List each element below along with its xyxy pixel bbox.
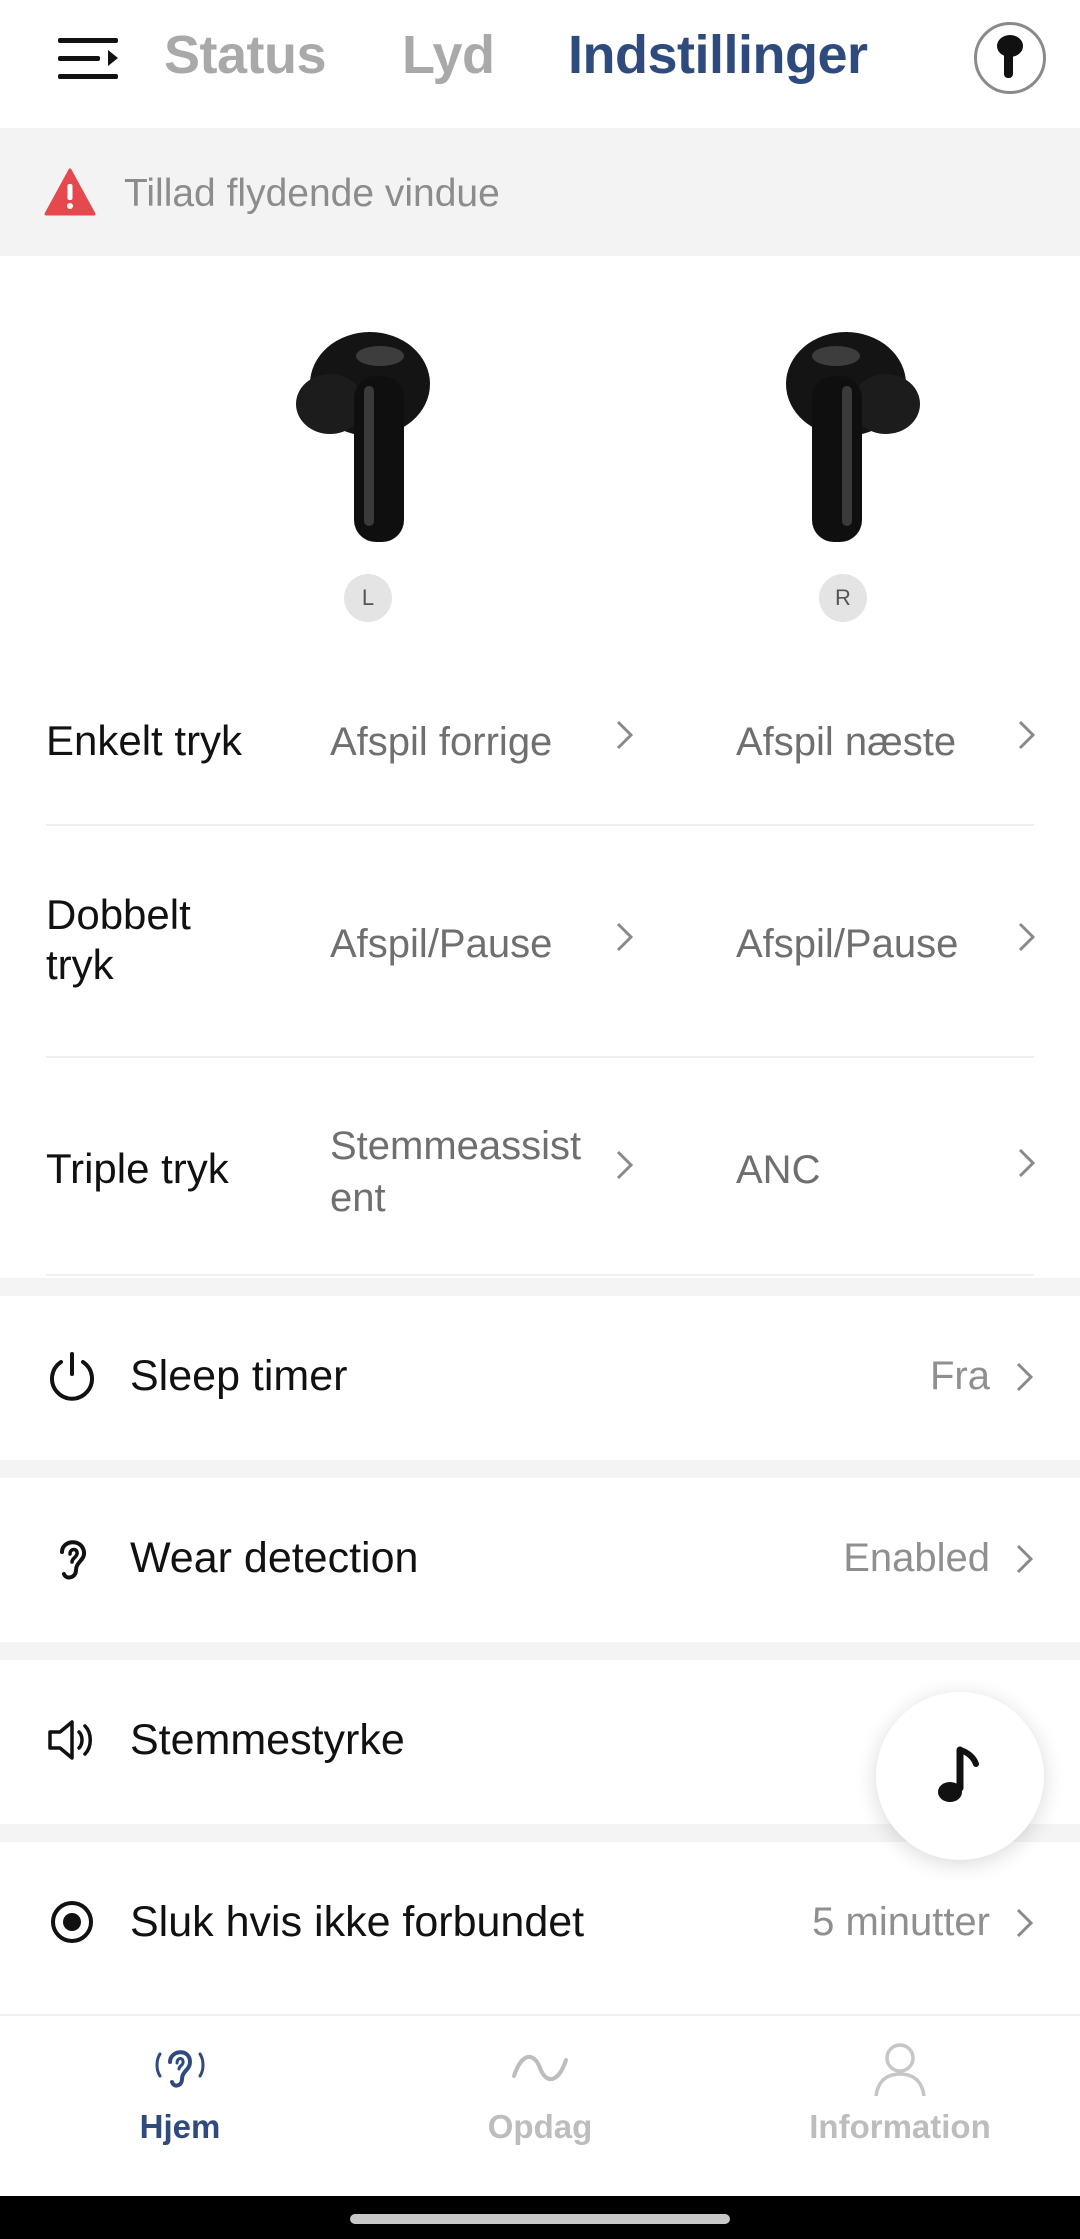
right-badge: R: [819, 574, 867, 622]
tab-status[interactable]: Status: [164, 24, 327, 86]
left-earbud-image: [296, 332, 430, 542]
speaker-icon: [48, 1720, 92, 1760]
gesture-right-value[interactable]: Afspil næste: [736, 716, 1016, 768]
chevron-right-icon: [1016, 1544, 1034, 1574]
left-badge: L: [344, 574, 392, 622]
gesture-left-value[interactable]: Stemmeassistent: [330, 1120, 600, 1224]
earbud-glyph-icon: [997, 35, 1023, 78]
chevron-right-icon[interactable]: [1016, 920, 1038, 954]
setting-label: Sluk hvis ikke forbundet: [130, 1898, 585, 1946]
chevron-right-icon[interactable]: [1016, 1146, 1038, 1180]
menu-icon[interactable]: [58, 36, 122, 82]
system-navigation-bar: [0, 2196, 1080, 2239]
setting-value: 5 minutter: [812, 1900, 990, 1944]
bottom-navigation: Hjem Opdag Information: [0, 2014, 1080, 2196]
gesture-left-value[interactable]: Afspil forrige: [330, 716, 650, 768]
chevron-right-icon: [1016, 1908, 1034, 1938]
nav-hjem[interactable]: Hjem: [30, 2036, 330, 2146]
person-icon: [874, 2043, 926, 2097]
setting-label: Wear detection: [130, 1534, 419, 1582]
setting-value: Enabled: [843, 1536, 990, 1580]
gesture-label: Triple tryk: [46, 1145, 229, 1192]
section-divider: [0, 1460, 1080, 1478]
banner-text: Tillad flydende vindue: [124, 172, 500, 215]
warning-icon: [44, 168, 96, 216]
chevron-right-icon[interactable]: [614, 718, 636, 752]
ear-icon: [60, 1540, 87, 1580]
nav-information[interactable]: Information: [750, 2036, 1050, 2146]
tab-lyd[interactable]: Lyd: [402, 24, 495, 86]
music-note-icon: [938, 1746, 979, 1802]
gesture-label: Enkelt tryk: [46, 717, 243, 764]
chevron-right-icon[interactable]: [1016, 718, 1038, 752]
right-earbud-image: [786, 332, 920, 542]
auto-off-row[interactable]: Sluk hvis ikke forbundet 5 minutter: [0, 1842, 1080, 2006]
nav-label: Opdag: [487, 2108, 593, 2145]
gesture-row-single: Enkelt tryk Afspil forrige Afspil næste: [46, 660, 1036, 826]
wave-icon: [512, 2055, 568, 2081]
chevron-right-icon[interactable]: [614, 920, 636, 954]
gesture-left-value[interactable]: Afspil/Pause: [330, 918, 650, 970]
nav-label: Hjem: [139, 2108, 221, 2145]
section-divider: [0, 1278, 1080, 1296]
earbud-icon[interactable]: [974, 22, 1046, 94]
tab-indstillinger[interactable]: Indstillinger: [568, 24, 868, 86]
gesture-label: Dobbelt tryk: [46, 891, 191, 989]
hearing-icon: [155, 2050, 205, 2088]
floating-window-banner[interactable]: Tillad flydende vindue: [0, 128, 1080, 256]
gesture-right-value[interactable]: Afspil/Pause: [736, 918, 1016, 970]
section-divider: [0, 1642, 1080, 1660]
gesture-row-triple: Triple tryk Stemmeassistent ANC: [46, 1060, 1036, 1276]
chevron-right-icon: [1016, 1362, 1034, 1392]
chevron-right-icon[interactable]: [614, 1148, 636, 1182]
gesture-right-value[interactable]: ANC: [736, 1144, 1016, 1196]
wear-detection-row[interactable]: Wear detection Enabled: [0, 1478, 1080, 1642]
radio-dot-icon: [51, 1901, 93, 1943]
gesture-row-double: Dobbelt tryk Afspil/Pause Afspil/Pause: [46, 828, 1036, 1058]
nav-label: Information: [809, 2108, 991, 2145]
settings-screen: Status Lyd Indstillinger Tillad flydende…: [0, 0, 1080, 2239]
sleep-timer-row[interactable]: Sleep timer Fra: [0, 1296, 1080, 1460]
setting-label: Stemmestyrke: [130, 1716, 405, 1764]
setting-label: Sleep timer: [130, 1352, 348, 1400]
nav-opdag[interactable]: Opdag: [390, 2036, 690, 2146]
top-bar: Status Lyd Indstillinger: [0, 0, 1080, 128]
power-icon: [50, 1352, 94, 1401]
setting-value: Fra: [930, 1354, 990, 1398]
home-indicator[interactable]: [350, 2214, 730, 2224]
music-floating-button[interactable]: [876, 1692, 1044, 1860]
